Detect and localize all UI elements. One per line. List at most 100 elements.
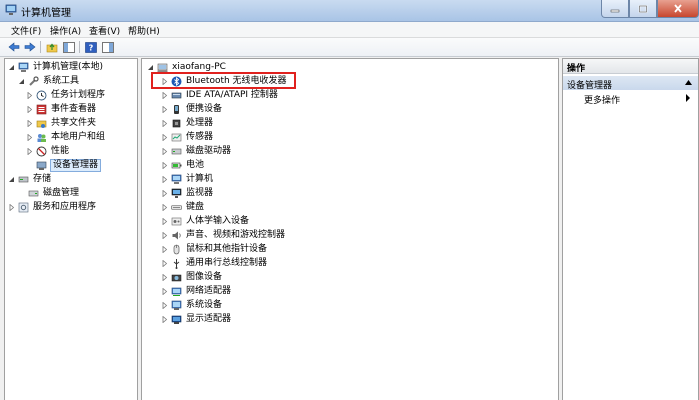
sound-icon — [172, 231, 181, 239]
collapsed-arrow-icon[interactable] — [160, 161, 169, 170]
device-category-item[interactable]: 便携设备 — [160, 102, 223, 116]
console-tree-item[interactable]: 本地用户和组 — [25, 130, 106, 144]
device-category-item[interactable]: 声音、视频和游戏控制器 — [160, 228, 286, 242]
device-category-item[interactable]: 网络适配器 — [160, 284, 232, 298]
menu-file[interactable]: 文件(F) — [9, 24, 43, 37]
hid-icon — [171, 217, 182, 225]
collapsed-arrow-icon[interactable] — [160, 91, 169, 100]
collapsed-arrow-icon[interactable] — [160, 259, 169, 268]
minimize-icon — [610, 9, 620, 12]
clock-icon — [36, 90, 47, 100]
console-tree-label: 性能 — [51, 145, 70, 156]
collapsed-arrow-icon[interactable] — [25, 105, 34, 114]
console-tree-label: 设备管理器 — [50, 158, 102, 172]
expanded-arrow-icon[interactable] — [17, 77, 26, 86]
back-arrow-icon — [8, 42, 20, 52]
processor-icon — [171, 118, 182, 129]
device-category-item[interactable]: 处理器 — [160, 116, 214, 130]
submenu-arrow-icon — [686, 94, 690, 102]
collapsed-arrow-icon[interactable] — [160, 287, 169, 296]
maximize-button[interactable] — [629, 0, 657, 18]
collapsed-arrow-icon[interactable] — [25, 91, 34, 100]
minimize-button[interactable] — [601, 0, 629, 18]
up-folder-button[interactable] — [45, 40, 59, 54]
expanded-arrow-icon[interactable] — [7, 175, 16, 184]
collapsed-arrow-icon[interactable] — [25, 119, 34, 128]
system-device-icon — [171, 300, 182, 311]
window-controls — [601, 0, 699, 18]
device-category-item[interactable]: 鼠标和其他指针设备 — [160, 242, 268, 256]
console-tree-icon — [63, 41, 75, 53]
device-category-item[interactable]: IDE ATA/ATAPI 控制器 — [160, 88, 279, 102]
portable-device-icon — [174, 104, 179, 114]
device-category-item[interactable]: 传感器 — [160, 130, 214, 144]
menu-view[interactable]: 查看(V) — [87, 24, 122, 37]
highlight-annotation — [151, 72, 296, 89]
device-category-label: 磁盘驱动器 — [186, 145, 232, 156]
menu-help[interactable]: 帮助(H) — [126, 24, 162, 37]
collapsed-arrow-icon[interactable] — [160, 105, 169, 114]
title-bar[interactable]: 计算机管理 — [0, 0, 699, 22]
collapsed-arrow-icon[interactable] — [160, 273, 169, 282]
help-button[interactable]: ? — [84, 40, 98, 54]
forward-button[interactable] — [23, 40, 37, 54]
collapsed-arrow-icon[interactable] — [160, 175, 169, 184]
console-tree-item[interactable]: 共享文件夹 — [25, 116, 97, 130]
console-tree-item[interactable]: 服务和应用程序 — [7, 200, 97, 214]
device-category-item[interactable]: 电池 — [160, 158, 205, 172]
tools-icon — [28, 75, 39, 87]
device-category-item[interactable]: 计算机 — [160, 172, 214, 186]
console-tree-label: 服务和应用程序 — [33, 201, 97, 212]
device-category-item[interactable]: 通用串行总线控制器 — [160, 256, 268, 270]
device-category-item[interactable]: 人体学输入设备 — [160, 214, 250, 228]
collapsed-arrow-icon[interactable] — [25, 133, 34, 142]
expanded-arrow-icon[interactable] — [7, 63, 16, 72]
actions-group-device-manager[interactable]: 设备管理器 — [563, 76, 698, 91]
collapsed-arrow-icon[interactable] — [160, 133, 169, 142]
close-button[interactable] — [657, 0, 699, 18]
device-category-item[interactable]: 图像设备 — [160, 270, 223, 284]
performance-icon — [36, 146, 47, 156]
console-tree-item[interactable]: 存储 — [7, 172, 52, 186]
collapsed-arrow-icon[interactable] — [160, 301, 169, 310]
expanded-arrow-icon[interactable] — [146, 63, 155, 72]
collapsed-arrow-icon[interactable] — [160, 147, 169, 156]
device-category-label: 图像设备 — [186, 271, 223, 282]
collapsed-arrow-icon[interactable] — [160, 217, 169, 226]
show-hide-action-pane-button[interactable] — [101, 40, 115, 54]
device-category-item[interactable]: 监视器 — [160, 186, 214, 200]
collapsed-arrow-icon[interactable] — [7, 203, 16, 212]
console-tree-pane[interactable]: 计算机管理(本地) 系统工具 任务计划程序 事件查看器 共享文件夹 本地用户和组 性能设备管… — [4, 58, 138, 400]
show-hide-tree-button[interactable] — [62, 40, 76, 54]
collapsed-arrow-icon[interactable] — [160, 245, 169, 254]
collapsed-arrow-icon[interactable] — [160, 189, 169, 198]
device-category-item[interactable]: 系统设备 — [160, 298, 223, 312]
device-category-label: 键盘 — [186, 201, 205, 212]
console-tree-item[interactable]: 任务计划程序 — [25, 88, 106, 102]
collapsed-arrow-icon[interactable] — [160, 203, 169, 212]
back-button[interactable] — [7, 40, 21, 54]
collapsed-arrow-icon[interactable] — [160, 315, 169, 324]
console-tree-item[interactable]: 事件查看器 — [25, 102, 97, 116]
menu-action[interactable]: 操作(A) — [48, 24, 83, 37]
collapsed-arrow-icon[interactable] — [25, 147, 34, 156]
battery-icon — [171, 160, 182, 171]
device-category-label: 处理器 — [186, 117, 214, 128]
console-tree-item[interactable]: 计算机管理(本地) — [7, 60, 104, 74]
console-tree-item[interactable]: 系统工具 — [17, 74, 80, 88]
maximize-icon — [638, 4, 648, 13]
console-tree-item[interactable]: 性能 — [25, 144, 70, 158]
console-tree-item[interactable]: 磁盘管理 — [17, 186, 80, 200]
collapsed-arrow-icon[interactable] — [160, 231, 169, 240]
disk-drive-icon — [171, 146, 182, 157]
device-category-item[interactable]: 显示适配器 — [160, 312, 232, 326]
device-category-item[interactable]: 键盘 — [160, 200, 205, 214]
device-category-item[interactable]: 磁盘驱动器 — [160, 144, 232, 158]
hid-icon — [171, 216, 182, 227]
collapsed-arrow-icon[interactable] — [160, 119, 169, 128]
console-tree-item[interactable]: 设备管理器 — [25, 158, 102, 172]
sound-icon — [171, 230, 182, 241]
device-list-pane[interactable]: xiaofang-PC Bluetooth 无线电收发器 IDE ATA/ATAPI… — [141, 58, 559, 400]
monitor-icon — [171, 188, 182, 198]
more-actions-item[interactable]: 更多操作 — [584, 93, 620, 106]
